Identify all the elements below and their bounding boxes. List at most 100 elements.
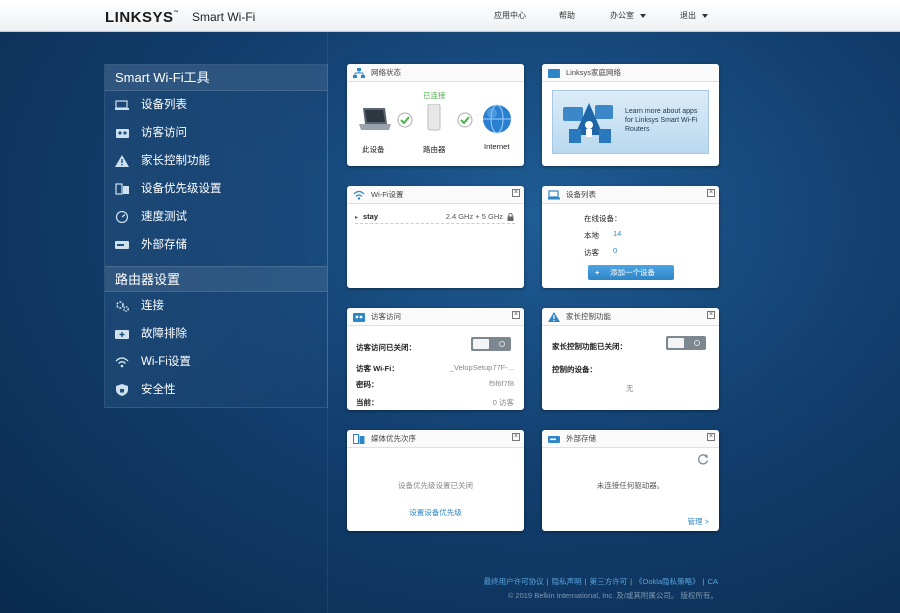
card-title: Linksys家庭网络 (566, 68, 622, 77)
footer-link-ca[interactable]: CA (708, 577, 718, 586)
close-icon[interactable]: × (707, 311, 715, 319)
lock-icon (507, 213, 514, 221)
sidebar: Smart Wi-Fi工具 设备列表 访客访问 家长控制功能 设备优先级设置 速… (104, 64, 328, 408)
linksys-home-card: Linksys家庭网络 Learn more about apps for Li… (542, 64, 719, 166)
card-header: 设备列表 × (542, 186, 719, 204)
card-header: 访客访问 × (347, 308, 524, 326)
sidebar-item-device-list[interactable]: 设备列表 (105, 91, 327, 119)
router-icon (427, 104, 441, 131)
laptop-icon (359, 108, 391, 130)
wifi-network-row[interactable]: ▸ stay 2.4 GHz + 5 GHz (355, 212, 515, 224)
card-title: 网络状态 (371, 68, 401, 77)
sidebar-item-parental-controls[interactable]: 家长控制功能 (105, 147, 327, 175)
sidebar-item-speed-test[interactable]: 速度测试 (105, 203, 327, 231)
guest-password-label: 密码： (356, 380, 379, 389)
shield-icon (115, 383, 131, 396)
router-label: 路由器 (423, 145, 446, 154)
wifi-network-name: stay (363, 212, 379, 221)
external-storage-icon (115, 239, 131, 251)
close-icon[interactable]: × (512, 311, 520, 319)
guest-access-card: 访客访问 × 访客访问已关闭： 访客 Wi-Fi： _VelopSetup77F… (347, 308, 524, 410)
manage-storage-link[interactable]: 管理 > (688, 516, 709, 527)
sidebar-item-guest-access[interactable]: 访客访问 (105, 119, 327, 147)
sidebar-item-connectivity[interactable]: 连接 (105, 292, 327, 320)
guest-status-label: 访客访问已关闭： (356, 343, 416, 352)
guest-access-icon (353, 313, 365, 322)
card-header: 网络状态 (347, 64, 524, 82)
chevron-down-icon (702, 13, 708, 18)
nav-help[interactable]: 帮助 (559, 10, 575, 21)
online-devices-label: 在线设备： (584, 214, 622, 223)
parental-control-icon (548, 312, 560, 322)
local-label: 本地 (584, 231, 599, 240)
close-icon[interactable]: × (512, 189, 520, 197)
media-priority-card: 媒体优先次序 × 设备优先级设置已关闭 设置设备优先级 (347, 430, 524, 531)
footer-link-ookla[interactable]: 《Ookla隐私策略》 (635, 577, 700, 586)
device-list-icon (548, 190, 560, 200)
copyright: © 2019 Belkin International, Inc. 及/或其附属… (507, 591, 718, 600)
wifi-icon (115, 356, 131, 368)
sidebar-router-title: 路由器设置 (105, 266, 327, 292)
parental-control-icon (115, 154, 131, 167)
add-device-button[interactable]: + 添加一个设备 (588, 265, 674, 280)
card-title: 设备列表 (566, 190, 596, 199)
wifi-bands: 2.4 GHz + 5 GHz (445, 212, 503, 221)
guest-count[interactable]: 0 (613, 246, 617, 255)
family-illustration-icon (563, 103, 613, 143)
parental-controls-card: 家长控制功能 × 家长控制功能已关闭： 控制的设备： 无 (542, 308, 719, 410)
footer-link-privacy[interactable]: 隐私声明 (552, 577, 582, 586)
footer: 最终用户许可协议 | 隐私声明 | 第三方许可 | 《Ookla隐私策略》 | CA © 201… (484, 576, 718, 601)
device-priority-icon (353, 434, 365, 444)
network-icon (353, 68, 365, 78)
controlled-devices-value: 无 (626, 384, 634, 393)
guest-current-value: 0 访客 (492, 398, 514, 407)
sidebar-item-troubleshooting[interactable]: 故障排除 (105, 320, 327, 348)
nav-apps[interactable]: 应用中心 (494, 10, 526, 21)
card-header: Wi-Fi设置 × (347, 186, 524, 204)
chevron-down-icon (640, 13, 646, 18)
linksys-logo[interactable]: LINKSYS™ (105, 9, 179, 26)
sidebar-tools-title: Smart Wi-Fi工具 (105, 65, 327, 91)
close-icon[interactable]: × (512, 433, 520, 441)
parental-status-label: 家长控制功能已关闭： (552, 342, 627, 351)
card-header: Linksys家庭网络 (542, 64, 719, 82)
card-title: 媒体优先次序 (371, 434, 416, 443)
guest-access-icon (115, 127, 131, 139)
troubleshooting-icon (115, 328, 131, 340)
connected-status: 已连接 (423, 91, 446, 100)
sidebar-item-security[interactable]: 安全性 (105, 376, 327, 404)
card-title: 家长控制功能 (566, 312, 611, 321)
wifi-settings-card: Wi-Fi设置 × ▸ stay 2.4 GHz + 5 GHz (347, 186, 524, 288)
local-count[interactable]: 14 (613, 229, 621, 238)
sidebar-item-external-storage[interactable]: 外部存储 (105, 231, 327, 259)
nav-office-menu[interactable]: 办公室 (610, 10, 646, 21)
set-device-priority-link[interactable]: 设置设备优先级 (347, 507, 524, 518)
external-storage-card: 外部存储 × 未连接任何驱动器。 管理 > (542, 430, 719, 531)
guest-current-label: 当前： (356, 398, 379, 407)
sidebar-item-wifi-settings[interactable]: Wi-Fi设置 (105, 348, 327, 376)
promo-banner[interactable]: Learn more about apps for Linksys Smart … (552, 90, 709, 154)
refresh-icon[interactable] (697, 453, 709, 465)
guest-wifi-value: _VelopSetup77F-... (449, 363, 514, 372)
connectivity-icon (115, 300, 131, 312)
globe-icon (483, 104, 511, 134)
close-icon[interactable]: × (707, 189, 715, 197)
guest-password-value: f5f6f7f8 (488, 379, 514, 388)
sidebar-item-device-priority[interactable]: 设备优先级设置 (105, 175, 327, 203)
guest-access-toggle[interactable] (471, 337, 511, 351)
expand-arrow-icon: ▸ (355, 215, 359, 221)
network-status-card: 网络状态 已连接 此设备 路由器 Internet (347, 64, 524, 166)
checkmark-icon (457, 112, 473, 128)
card-title: Wi-Fi设置 (371, 190, 404, 199)
parental-controls-toggle[interactable] (666, 336, 706, 350)
device-list-card: 设备列表 × 在线设备： 本地 14 访客 0 + 添加一个设备 (542, 186, 719, 288)
card-header: 家长控制功能 × (542, 308, 719, 326)
footer-link-eula[interactable]: 最终用户许可协议 (484, 577, 544, 586)
close-icon[interactable]: × (707, 433, 715, 441)
home-network-icon (548, 69, 560, 78)
nav-logout-menu[interactable]: 退出 (680, 10, 708, 21)
card-title: 外部存储 (566, 434, 596, 443)
card-title: 访客访问 (371, 312, 401, 321)
footer-links: 最终用户许可协议 | 隐私声明 | 第三方许可 | 《Ookla隐私策略》 | CA (483, 577, 718, 586)
footer-link-third-party[interactable]: 第三方许可 (590, 577, 628, 586)
